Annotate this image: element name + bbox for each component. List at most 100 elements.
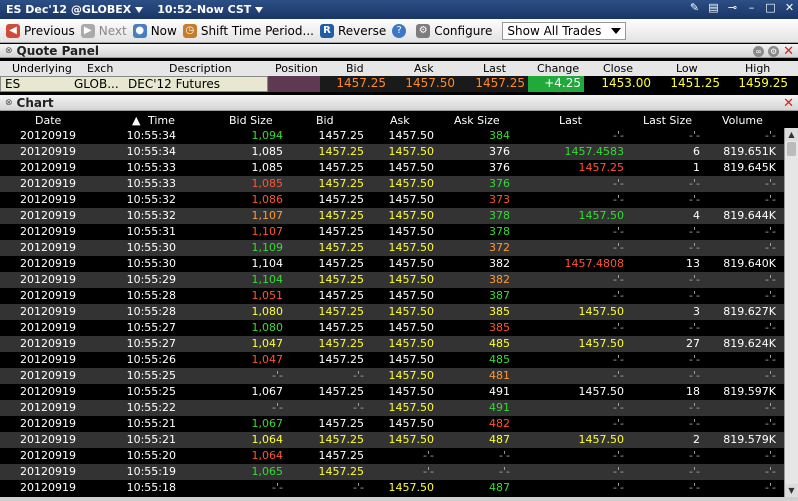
quote-high[interactable]: 1459.25 (723, 76, 791, 92)
quote-row[interactable]: ES GLOB... DEC'12 Futures 1457.25 1457.5… (0, 76, 798, 92)
minimize-icon[interactable]: – (745, 1, 758, 14)
cell-last: 1457.50 (578, 385, 625, 398)
cell-ask: 1457.50 (388, 481, 435, 494)
col-ask-size[interactable]: Ask Size (454, 113, 500, 128)
col-bid[interactable]: Bid (316, 113, 334, 128)
col-last-size[interactable]: Last Size (643, 113, 692, 128)
table-row[interactable]: 20120919 10:55:28 1,080 1457.25 1457.50 385 14… (0, 304, 784, 320)
help-button[interactable]: ? (392, 23, 410, 38)
table-row[interactable]: 20120919 10:55:21 1,064 1457.25 1457.50 487 14… (0, 432, 784, 448)
table-row[interactable]: 20120919 10:55:26 1,047 1457.25 1457.50 485 -'… (0, 352, 784, 368)
col-high[interactable]: High (745, 61, 770, 76)
quote-instrument-cell[interactable]: ES GLOB... DEC'12 Futures (0, 76, 268, 92)
previous-button[interactable]: ◀ Previous (6, 23, 75, 38)
col-time-sort-icon[interactable]: ▲ (132, 113, 140, 128)
cell-last-size: 4 (693, 209, 700, 222)
vertical-scrollbar[interactable]: ▲ ▼ (784, 128, 798, 497)
col-description[interactable]: Description (169, 61, 232, 76)
cell-time: 10:55:25 (126, 369, 176, 382)
quote-close[interactable]: 1453.00 (584, 76, 654, 92)
cell-ask: -'- (423, 449, 434, 462)
table-row[interactable]: 20120919 10:55:27 1,080 1457.25 1457.50 385 -'… (0, 320, 784, 336)
reverse-button[interactable]: R Reverse (319, 23, 386, 38)
shift-time-period-button[interactable]: ◷ Shift Time Period... (182, 23, 314, 38)
table-row[interactable]: 20120919 10:55:34 1,085 1457.25 1457.50 376 14… (0, 144, 784, 160)
quote-bid[interactable]: 1457.25 (320, 76, 389, 92)
table-row[interactable]: 20120919 10:55:34 1,094 1457.25 1457.50 384 -'… (0, 128, 784, 144)
cell-volume: -'- (765, 225, 776, 238)
table-row[interactable]: 20120919 10:55:27 1,047 1457.25 1457.50 485 14… (0, 336, 784, 352)
cell-date: 20120919 (20, 481, 76, 494)
next-button[interactable]: ▶ Next (80, 23, 127, 38)
table-row[interactable]: 20120919 10:55:22 -'- -'- 1457.50 491 -'- -'- -'… (0, 400, 784, 416)
col-bid-size[interactable]: Bid Size (229, 113, 273, 128)
quote-change[interactable]: +4.25 (528, 76, 584, 92)
link-icon[interactable]: ∞ (753, 45, 765, 57)
col-ask[interactable]: Ask (414, 61, 434, 76)
gear-icon[interactable]: ⚙ (768, 45, 780, 57)
maximize-icon[interactable]: □ (764, 1, 777, 14)
close-icon[interactable]: ✕ (783, 97, 794, 110)
contract-dropdown-icon[interactable] (135, 6, 144, 13)
close-icon[interactable]: ✕ (783, 45, 794, 58)
horizontal-scrollbar[interactable] (0, 497, 798, 501)
table-row[interactable]: 20120919 10:55:30 1,104 1457.25 1457.50 382 14… (0, 256, 784, 272)
next-label: Next (98, 23, 127, 38)
table-row[interactable]: 20120919 10:55:32 1,086 1457.25 1457.50 373 -'… (0, 192, 784, 208)
quote-exch: GLOB... (74, 77, 119, 91)
table-row[interactable]: 20120919 10:55:25 1,067 1457.25 1457.50 491 14… (0, 384, 784, 400)
quote-last[interactable]: 1457.25 (458, 76, 528, 92)
collapse-icon[interactable]: ⊗ (5, 46, 13, 56)
printer-icon[interactable]: ▤ (707, 1, 720, 14)
table-row[interactable]: 20120919 10:55:28 1,051 1457.25 1457.50 387 -'… (0, 288, 784, 304)
cell-bid-size: 1,104 (251, 273, 284, 286)
col-position[interactable]: Position (275, 61, 318, 76)
now-button[interactable]: ● Now (132, 23, 177, 38)
col-time[interactable]: Time (148, 113, 175, 128)
col-ask[interactable]: Ask (390, 113, 410, 128)
table-row[interactable]: 20120919 10:55:25 -'- -'- 1457.50 481 -'- -'- -'… (0, 368, 784, 384)
cell-ask-size: 485 (489, 353, 510, 366)
cell-volume: 819.597K (723, 385, 776, 398)
table-row[interactable]: 20120919 10:55:30 1,109 1457.25 1457.50 372 -'… (0, 240, 784, 256)
cell-ask-size: 378 (489, 225, 510, 238)
expand-icon[interactable]: ⊗ (5, 98, 13, 108)
cell-time: 10:55:25 (126, 385, 176, 398)
col-bid[interactable]: Bid (346, 61, 364, 76)
col-volume[interactable]: Volume (722, 113, 763, 128)
wrench-icon[interactable]: ✎ (688, 1, 701, 14)
cell-volume: -'- (765, 129, 776, 142)
cell-bid-size: 1,086 (251, 193, 284, 206)
table-row[interactable]: 20120919 10:55:18 -'- -'- 1457.50 487 -'- -'- -'… (0, 480, 784, 496)
col-low[interactable]: Low (676, 61, 698, 76)
table-row[interactable]: 20120919 10:55:21 1,067 1457.25 1457.50 482 -'… (0, 416, 784, 432)
quote-position[interactable] (268, 76, 320, 92)
table-row[interactable]: 20120919 10:55:31 1,107 1457.25 1457.50 378 -'… (0, 224, 784, 240)
scroll-down-icon[interactable]: ▼ (785, 484, 798, 497)
table-row[interactable]: 20120919 10:55:32 1,107 1457.25 1457.50 378 14… (0, 208, 784, 224)
quote-low[interactable]: 1451.25 (654, 76, 723, 92)
table-row[interactable]: 20120919 10:55:29 1,104 1457.25 1457.50 382 -'… (0, 272, 784, 288)
cell-last: -'- (613, 273, 624, 286)
scroll-thumb[interactable] (787, 142, 796, 156)
trade-filter-select[interactable]: Show All Trades (502, 21, 627, 40)
col-close[interactable]: Close (603, 61, 633, 76)
col-last[interactable]: Last (483, 61, 506, 76)
link-icon[interactable]: ⊸ (726, 1, 739, 14)
col-change[interactable]: Change (537, 61, 579, 76)
col-exch[interactable]: Exch (87, 61, 113, 76)
close-icon[interactable]: ✕ (783, 1, 796, 14)
table-row[interactable]: 20120919 10:55:20 1,064 1457.25 -'- -'- -'- -'-… (0, 448, 784, 464)
contract-title[interactable]: ES Dec'12 @GLOBEX (6, 3, 131, 16)
col-last[interactable]: Last (559, 113, 582, 128)
table-row[interactable]: 20120919 10:55:33 1,085 1457.25 1457.50 376 -'… (0, 176, 784, 192)
time-range-dropdown-icon[interactable] (255, 6, 264, 13)
configure-button[interactable]: ⚙ Configure (416, 23, 492, 38)
scroll-up-icon[interactable]: ▲ (785, 128, 798, 141)
table-row[interactable]: 20120919 10:55:33 1,085 1457.25 1457.50 376 14… (0, 160, 784, 176)
table-row[interactable]: 20120919 10:55:19 1,065 1457.25 -'- -'- -'- -'-… (0, 464, 784, 480)
quote-ask[interactable]: 1457.50 (389, 76, 458, 92)
col-underlying[interactable]: Underlying (12, 61, 72, 76)
col-date[interactable]: Date (35, 113, 61, 128)
time-range-title[interactable]: 10:52-Now CST (157, 3, 251, 16)
